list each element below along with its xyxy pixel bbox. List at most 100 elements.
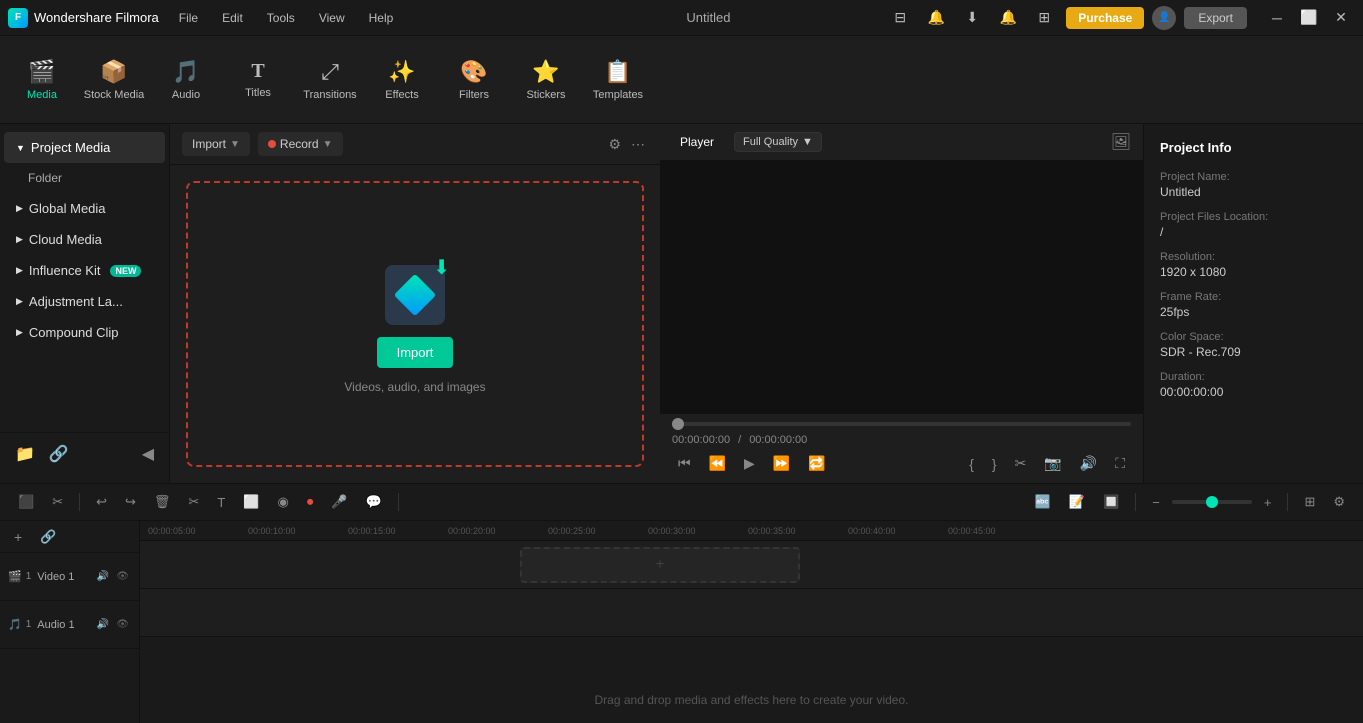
step-back-button[interactable]: ⏪ [703, 452, 732, 475]
fullscreen-button[interactable]: ⛶ [1109, 452, 1131, 475]
rewind-button[interactable]: ⏮ [672, 452, 697, 475]
win-close-button[interactable]: ✕ [1327, 4, 1355, 32]
zoom-bar[interactable] [1172, 500, 1252, 504]
tl-separator-2 [398, 493, 399, 511]
mask-button[interactable]: 🔲 [1097, 490, 1125, 514]
snapshot-button[interactable]: 📷 [1038, 452, 1067, 475]
redo-button[interactable]: ↪ [119, 490, 142, 514]
drop-zone[interactable]: ⬇ Import Videos, audio, and images [186, 181, 644, 467]
translate-button[interactable]: 🔤 [1029, 490, 1057, 514]
mark-out-button[interactable]: } [986, 453, 1003, 475]
toolbar-item-titles[interactable]: T Titles [224, 42, 292, 118]
step-forward-button[interactable]: ⏩ [767, 452, 796, 475]
community-icon[interactable]: 🔔 [922, 4, 950, 32]
sidebar-project-media-label: Project Media [31, 140, 110, 155]
zoom-handle[interactable] [1206, 496, 1218, 508]
audio-track-mute-btn[interactable]: 🔊 [95, 617, 111, 632]
cut-button[interactable]: ✂ [182, 490, 205, 514]
download-icon[interactable]: ⬇ [958, 4, 986, 32]
zoom-out-button[interactable]: − [1146, 491, 1166, 514]
zoom-in-button[interactable]: + [1258, 491, 1278, 514]
tl-separator-4 [1287, 493, 1288, 511]
seek-bar[interactable] [672, 422, 1131, 426]
loop-button[interactable]: 🔁 [802, 452, 831, 475]
toolbar-item-transitions[interactable]: ⤢ Transitions [296, 42, 364, 118]
crop-button[interactable]: ⬜ [237, 490, 265, 514]
sidebar-item-project-media[interactable]: ▼ Project Media [4, 132, 165, 163]
purchase-button[interactable]: Purchase [1066, 7, 1144, 29]
win-minimize-button[interactable]: ─ [1263, 4, 1291, 32]
delete-button[interactable]: 🗑 [148, 490, 177, 514]
sidebar-item-global-media[interactable]: ▶ Global Media [4, 193, 165, 224]
sidebar-item-cloud-media[interactable]: ▶ Cloud Media [4, 224, 165, 255]
toolbar-item-stock-media[interactable]: 📦 Stock Media [80, 42, 148, 118]
audio-track-eye-btn[interactable]: 👁 [114, 617, 131, 632]
settings-button[interactable]: ⚙ [1327, 490, 1351, 514]
main-content: ▼ Project Media Folder ▶ Global Media ▶ … [0, 124, 1363, 483]
screenshot-icon[interactable]: 🖼 [1111, 132, 1131, 152]
sidebar-item-influence-kit[interactable]: ▶ Influence Kit NEW [4, 255, 165, 286]
motion-button[interactable]: ◉ [271, 490, 294, 514]
record-tl-button[interactable]: ⏺ [301, 490, 320, 514]
toolbar-item-audio[interactable]: 🎵 Audio [152, 42, 220, 118]
sidebar-item-adjustment[interactable]: ▶ Adjustment La... [4, 286, 165, 317]
toolbar-item-stickers[interactable]: ⭐ Stickers [512, 42, 580, 118]
menu-view[interactable]: View [315, 9, 349, 27]
ripple-tool-button[interactable]: ✂ [46, 490, 69, 514]
toolbar-item-effects[interactable]: ✨ Effects [368, 42, 436, 118]
sidebar-item-compound-clip[interactable]: ▶ Compound Clip [4, 317, 165, 348]
sidebar-item-folder[interactable]: Folder [4, 164, 165, 192]
audio-track-controls: 🔊 👁 [95, 617, 131, 632]
media-sidebar: ▼ Project Media Folder ▶ Global Media ▶ … [0, 124, 170, 483]
split-button[interactable]: ✂ [1009, 452, 1033, 475]
tl-separator-3 [1135, 493, 1136, 511]
player-tab[interactable]: Player [672, 132, 722, 152]
filter-media-button[interactable]: ⚙ [605, 133, 624, 156]
add-track-button[interactable]: + [8, 525, 28, 549]
info-label-resolution: Resolution: [1160, 251, 1347, 263]
menu-file[interactable]: File [175, 9, 202, 27]
video-track-audio-btn[interactable]: 🔊 [95, 569, 111, 584]
arrow-right-icon-adj: ▶ [16, 296, 23, 307]
subtitle-button[interactable]: 📝 [1063, 490, 1091, 514]
menu-edit[interactable]: Edit [218, 9, 247, 27]
menu-help[interactable]: Help [365, 9, 398, 27]
video-track-eye-btn[interactable]: 👁 [114, 569, 131, 584]
seek-handle[interactable] [672, 418, 684, 430]
text-button[interactable]: T [211, 491, 231, 514]
grid-icon[interactable]: ⊞ [1030, 4, 1058, 32]
info-value-resolution: 1920 x 1080 [1160, 265, 1347, 279]
link-tracks-button[interactable]: 🔗 [34, 525, 62, 549]
mark-in-button[interactable]: { [963, 453, 980, 475]
grid-view-button[interactable]: ⊞ [1298, 490, 1321, 514]
minimize-window-icon[interactable]: ⊟ [886, 4, 914, 32]
user-avatar[interactable]: 👤 [1152, 6, 1176, 30]
collapse-sidebar-button[interactable]: ◀ [139, 441, 157, 467]
play-button[interactable]: ▶ [738, 452, 761, 475]
window-title: Untitled [531, 10, 887, 25]
audio-button[interactable]: 🔊 [1074, 452, 1103, 475]
more-options-button[interactable]: ⋯ [628, 133, 648, 156]
media-icon: 🎬 [28, 59, 55, 85]
undo-button[interactable]: ↩ [90, 490, 113, 514]
timeline-video-track[interactable]: + [140, 541, 1363, 589]
audio-record-button[interactable]: 🎤 [325, 490, 353, 514]
record-dropdown-arrow: ▼ [323, 139, 333, 150]
captions-button[interactable]: 💬 [360, 490, 388, 514]
menu-tools[interactable]: Tools [263, 9, 299, 27]
add-media-button[interactable]: 🔗 [46, 441, 72, 467]
notification-icon[interactable]: 🔔 [994, 4, 1022, 32]
toolbar-item-templates[interactable]: 📋 Templates [584, 42, 652, 118]
import-button[interactable]: Import ▼ [182, 132, 250, 156]
toolbar-item-media[interactable]: 🎬 Media [8, 42, 76, 118]
add-folder-button[interactable]: 📁 [12, 441, 38, 467]
timeline-audio-track[interactable] [140, 589, 1363, 637]
quality-arrow: ▼ [802, 136, 813, 148]
record-button[interactable]: Record ▼ [258, 132, 343, 156]
export-button[interactable]: Export [1184, 7, 1247, 29]
toolbar-item-filters[interactable]: 🎨 Filters [440, 42, 508, 118]
win-maximize-button[interactable]: ⬜ [1295, 4, 1323, 32]
quality-select[interactable]: Full Quality ▼ [734, 132, 822, 152]
select-tool-button[interactable]: ⬛ [12, 490, 40, 514]
import-zone-button[interactable]: Import [377, 337, 454, 368]
